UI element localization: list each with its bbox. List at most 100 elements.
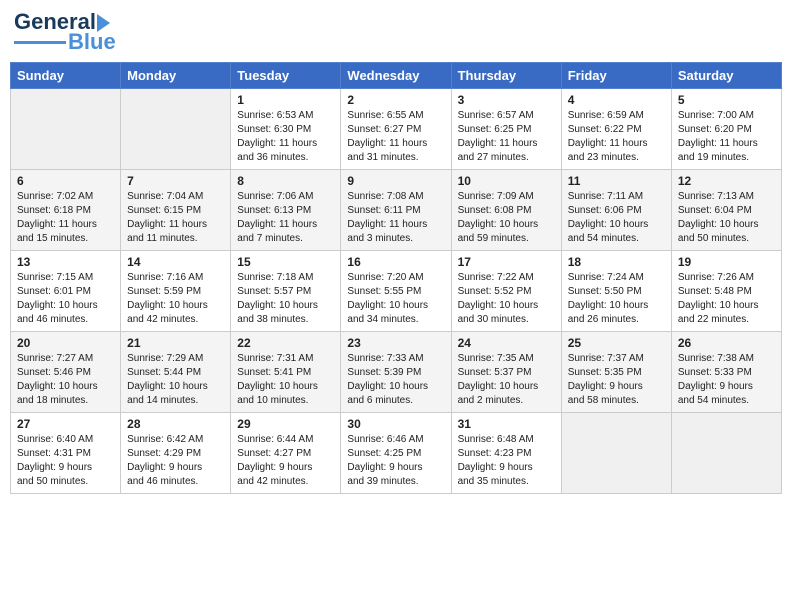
day-number: 6	[17, 174, 114, 188]
day-number: 20	[17, 336, 114, 350]
day-info: Sunrise: 7:04 AM Sunset: 6:15 PM Dayligh…	[127, 190, 224, 246]
day-header-wednesday: Wednesday	[341, 63, 451, 89]
calendar-cell: 10 Sunrise: 7:09 AM Sunset: 6:08 PM Dayli…	[451, 170, 561, 251]
calendar-cell	[121, 89, 231, 170]
calendar-cell: 20 Sunrise: 7:27 AM Sunset: 5:46 PM Dayli…	[11, 332, 121, 413]
day-info: Sunrise: 7:09 AM Sunset: 6:08 PM Dayligh…	[458, 190, 555, 246]
day-info: Sunrise: 7:35 AM Sunset: 5:37 PM Dayligh…	[458, 352, 555, 408]
day-info: Sunrise: 7:20 AM Sunset: 5:55 PM Dayligh…	[347, 271, 444, 327]
day-info: Sunrise: 7:15 AM Sunset: 6:01 PM Dayligh…	[17, 271, 114, 327]
calendar-cell: 23 Sunrise: 7:33 AM Sunset: 5:39 PM Dayli…	[341, 332, 451, 413]
day-info: Sunrise: 7:22 AM Sunset: 5:52 PM Dayligh…	[458, 271, 555, 327]
day-info: Sunrise: 7:29 AM Sunset: 5:44 PM Dayligh…	[127, 352, 224, 408]
calendar-cell: 2 Sunrise: 6:55 AM Sunset: 6:27 PM Daylig…	[341, 89, 451, 170]
day-number: 19	[678, 255, 775, 269]
calendar-cell: 13 Sunrise: 7:15 AM Sunset: 6:01 PM Dayli…	[11, 251, 121, 332]
day-info: Sunrise: 6:48 AM Sunset: 4:23 PM Dayligh…	[458, 433, 555, 489]
day-info: Sunrise: 6:46 AM Sunset: 4:25 PM Dayligh…	[347, 433, 444, 489]
calendar-cell: 12 Sunrise: 7:13 AM Sunset: 6:04 PM Dayli…	[671, 170, 781, 251]
calendar-cell: 25 Sunrise: 7:37 AM Sunset: 5:35 PM Dayli…	[561, 332, 671, 413]
day-number: 30	[347, 417, 444, 431]
day-info: Sunrise: 7:33 AM Sunset: 5:39 PM Dayligh…	[347, 352, 444, 408]
day-number: 18	[568, 255, 665, 269]
day-number: 22	[237, 336, 334, 350]
calendar-cell: 22 Sunrise: 7:31 AM Sunset: 5:41 PM Dayli…	[231, 332, 341, 413]
day-info: Sunrise: 7:27 AM Sunset: 5:46 PM Dayligh…	[17, 352, 114, 408]
calendar-cell: 31Sunrise: 6:48 AM Sunset: 4:23 PM Dayli…	[451, 413, 561, 494]
calendar-cell: 27Sunrise: 6:40 AM Sunset: 4:31 PM Dayli…	[11, 413, 121, 494]
day-number: 10	[458, 174, 555, 188]
day-number: 27	[17, 417, 114, 431]
calendar-cell: 4 Sunrise: 6:59 AM Sunset: 6:22 PM Daylig…	[561, 89, 671, 170]
day-info: Sunrise: 6:57 AM Sunset: 6:25 PM Dayligh…	[458, 109, 555, 165]
day-number: 17	[458, 255, 555, 269]
calendar-week-2: 6 Sunrise: 7:02 AM Sunset: 6:18 PM Daylig…	[11, 170, 782, 251]
day-number: 13	[17, 255, 114, 269]
day-number: 4	[568, 93, 665, 107]
day-info: Sunrise: 6:53 AM Sunset: 6:30 PM Dayligh…	[237, 109, 334, 165]
day-number: 16	[347, 255, 444, 269]
day-info: Sunrise: 7:11 AM Sunset: 6:06 PM Dayligh…	[568, 190, 665, 246]
day-info: Sunrise: 7:31 AM Sunset: 5:41 PM Dayligh…	[237, 352, 334, 408]
calendar-cell: 14 Sunrise: 7:16 AM Sunset: 5:59 PM Dayli…	[121, 251, 231, 332]
day-number: 12	[678, 174, 775, 188]
day-number: 9	[347, 174, 444, 188]
day-info: Sunrise: 7:18 AM Sunset: 5:57 PM Dayligh…	[237, 271, 334, 327]
day-number: 15	[237, 255, 334, 269]
calendar-cell: 21 Sunrise: 7:29 AM Sunset: 5:44 PM Dayli…	[121, 332, 231, 413]
day-info: Sunrise: 7:38 AM Sunset: 5:33 PM Dayligh…	[678, 352, 775, 408]
page-header: General Blue	[10, 10, 782, 54]
calendar-week-3: 13 Sunrise: 7:15 AM Sunset: 6:01 PM Dayli…	[11, 251, 782, 332]
day-number: 5	[678, 93, 775, 107]
calendar-cell: 7 Sunrise: 7:04 AM Sunset: 6:15 PM Daylig…	[121, 170, 231, 251]
day-info: Sunrise: 7:13 AM Sunset: 6:04 PM Dayligh…	[678, 190, 775, 246]
day-number: 25	[568, 336, 665, 350]
calendar-cell: 26Sunrise: 7:38 AM Sunset: 5:33 PM Dayli…	[671, 332, 781, 413]
day-info: Sunrise: 6:44 AM Sunset: 4:27 PM Dayligh…	[237, 433, 334, 489]
calendar-cell: 8 Sunrise: 7:06 AM Sunset: 6:13 PM Daylig…	[231, 170, 341, 251]
day-header-thursday: Thursday	[451, 63, 561, 89]
calendar-cell: 5 Sunrise: 7:00 AM Sunset: 6:20 PM Daylig…	[671, 89, 781, 170]
day-number: 24	[458, 336, 555, 350]
calendar-table: SundayMondayTuesdayWednesdayThursdayFrid…	[10, 62, 782, 494]
day-info: Sunrise: 7:00 AM Sunset: 6:20 PM Dayligh…	[678, 109, 775, 165]
day-number: 14	[127, 255, 224, 269]
day-info: Sunrise: 6:55 AM Sunset: 6:27 PM Dayligh…	[347, 109, 444, 165]
calendar-cell: 18 Sunrise: 7:24 AM Sunset: 5:50 PM Dayli…	[561, 251, 671, 332]
day-header-saturday: Saturday	[671, 63, 781, 89]
day-number: 3	[458, 93, 555, 107]
day-header-tuesday: Tuesday	[231, 63, 341, 89]
calendar-cell: 17 Sunrise: 7:22 AM Sunset: 5:52 PM Dayli…	[451, 251, 561, 332]
day-info: Sunrise: 7:26 AM Sunset: 5:48 PM Dayligh…	[678, 271, 775, 327]
day-number: 23	[347, 336, 444, 350]
day-info: Sunrise: 7:24 AM Sunset: 5:50 PM Dayligh…	[568, 271, 665, 327]
day-info: Sunrise: 7:08 AM Sunset: 6:11 PM Dayligh…	[347, 190, 444, 246]
day-number: 2	[347, 93, 444, 107]
day-number: 11	[568, 174, 665, 188]
day-number: 21	[127, 336, 224, 350]
calendar-cell	[561, 413, 671, 494]
day-info: Sunrise: 7:06 AM Sunset: 6:13 PM Dayligh…	[237, 190, 334, 246]
logo-blue: Blue	[68, 30, 116, 54]
logo: General Blue	[14, 10, 116, 54]
calendar-cell: 11 Sunrise: 7:11 AM Sunset: 6:06 PM Dayli…	[561, 170, 671, 251]
day-number: 29	[237, 417, 334, 431]
day-info: Sunrise: 7:16 AM Sunset: 5:59 PM Dayligh…	[127, 271, 224, 327]
day-info: Sunrise: 6:42 AM Sunset: 4:29 PM Dayligh…	[127, 433, 224, 489]
calendar-week-5: 27Sunrise: 6:40 AM Sunset: 4:31 PM Dayli…	[11, 413, 782, 494]
calendar-week-1: 1Sunrise: 6:53 AM Sunset: 6:30 PM Daylig…	[11, 89, 782, 170]
day-number: 7	[127, 174, 224, 188]
calendar-cell: 6 Sunrise: 7:02 AM Sunset: 6:18 PM Daylig…	[11, 170, 121, 251]
day-header-monday: Monday	[121, 63, 231, 89]
calendar-cell: 9 Sunrise: 7:08 AM Sunset: 6:11 PM Daylig…	[341, 170, 451, 251]
calendar-cell: 3 Sunrise: 6:57 AM Sunset: 6:25 PM Daylig…	[451, 89, 561, 170]
day-info: Sunrise: 7:02 AM Sunset: 6:18 PM Dayligh…	[17, 190, 114, 246]
calendar-header-row: SundayMondayTuesdayWednesdayThursdayFrid…	[11, 63, 782, 89]
day-info: Sunrise: 6:59 AM Sunset: 6:22 PM Dayligh…	[568, 109, 665, 165]
day-number: 8	[237, 174, 334, 188]
calendar-cell: 30 Sunrise: 6:46 AM Sunset: 4:25 PM Dayli…	[341, 413, 451, 494]
day-info: Sunrise: 7:37 AM Sunset: 5:35 PM Dayligh…	[568, 352, 665, 408]
day-header-friday: Friday	[561, 63, 671, 89]
calendar-cell: 16 Sunrise: 7:20 AM Sunset: 5:55 PM Dayli…	[341, 251, 451, 332]
calendar-cell: 24 Sunrise: 7:35 AM Sunset: 5:37 PM Dayli…	[451, 332, 561, 413]
